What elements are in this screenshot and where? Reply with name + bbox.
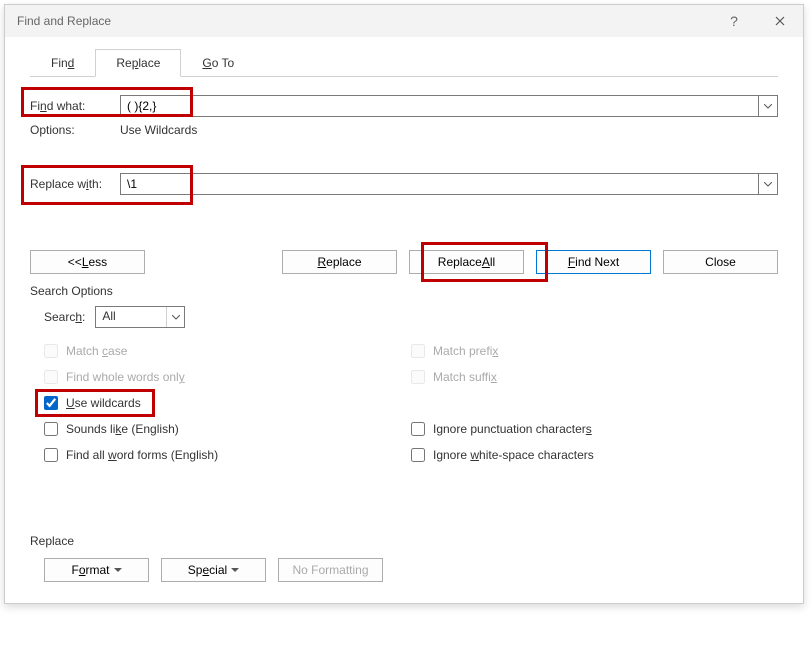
match-case-input [44,344,58,358]
find-what-combo [120,95,778,117]
sounds-like-input[interactable] [44,422,58,436]
match-prefix-label: Match prefix [433,344,498,358]
replace-with-dropdown[interactable] [758,173,778,195]
tab-find[interactable]: Find [30,49,95,77]
ignore-punct-input[interactable] [411,422,425,436]
replace-with-combo [120,173,778,195]
find-what-input[interactable] [120,95,758,117]
replace-with-label: Replace with: [30,177,120,191]
special-button[interactable]: Special [161,558,266,582]
find-what-dropdown[interactable] [758,95,778,117]
button-row: << Less Replace Replace All Find Next Cl… [30,250,778,274]
bottom-section: Replace Format Special No Formatting [5,534,803,596]
all-word-forms-check[interactable]: Find all word forms (English) [44,442,411,468]
all-word-forms-input[interactable] [44,448,58,462]
replace-with-row: Replace with: [30,173,778,195]
match-suffix-label: Match suffix [433,370,497,384]
close-icon [775,16,785,26]
replace-button[interactable]: Replace [282,250,397,274]
match-prefix-input [411,344,425,358]
search-direction-label: Search: [44,310,85,324]
ignore-ws-input[interactable] [411,448,425,462]
tab-goto[interactable]: Go To [181,49,255,77]
use-wildcards-check[interactable]: Use wildcards [44,390,411,416]
whole-words-input [44,370,58,384]
ignore-punct-check[interactable]: Ignore punctuation characters [411,416,778,442]
checkboxes-right: Match prefix Match suffix Ignore punctua… [411,338,778,468]
search-direction-row: Search: All [30,306,778,328]
whole-words-check: Find whole words only [44,364,411,390]
checkboxes-area: Match case Find whole words only Use wil… [30,338,778,468]
search-direction-select[interactable]: All [95,306,185,328]
replace-with-input[interactable] [120,173,758,195]
search-direction-value: All [96,307,166,327]
match-case-label: Match case [66,344,127,358]
options-row: Options: Use Wildcards [30,123,778,137]
ignore-punct-label: Ignore punctuation characters [433,422,592,436]
dialog-title: Find and Replace [17,14,711,28]
no-formatting-button: No Formatting [278,558,383,582]
tab-strip: Find Replace Go To [5,37,803,77]
chevron-down-icon [764,182,772,187]
use-wildcards-input[interactable] [44,396,58,410]
options-value: Use Wildcards [120,123,197,137]
all-word-forms-label: Find all word forms (English) [66,448,218,462]
close-button[interactable] [757,5,803,37]
find-what-label: Find what: [30,99,120,113]
close-dialog-button[interactable]: Close [663,250,778,274]
checkboxes-left: Match case Find whole words only Use wil… [30,338,411,468]
caret-down-icon [114,568,122,572]
find-what-row: Find what: [30,95,778,117]
whole-words-label: Find whole words only [66,370,185,384]
match-case-check: Match case [44,338,411,364]
ignore-ws-check[interactable]: Ignore white-space characters [411,442,778,468]
less-button[interactable]: << Less [30,250,145,274]
caret-down-icon [231,568,239,572]
format-button[interactable]: Format [44,558,149,582]
chevron-down-icon [172,315,180,320]
match-suffix-input [411,370,425,384]
sounds-like-check[interactable]: Sounds like (English) [44,416,411,442]
search-options-label: Search Options [30,284,778,298]
match-suffix-check: Match suffix [411,364,778,390]
use-wildcards-label: Use wildcards [66,396,141,410]
bottom-legend: Replace [30,534,778,548]
help-button[interactable]: ? [711,5,757,37]
bottom-buttons: Format Special No Formatting [30,558,778,582]
chevron-down-icon [764,104,772,109]
tab-replace[interactable]: Replace [95,49,181,77]
match-prefix-check: Match prefix [411,338,778,364]
ignore-ws-label: Ignore white-space characters [433,448,594,462]
find-next-button[interactable]: Find Next [536,250,651,274]
sounds-like-label: Sounds like (English) [66,422,179,436]
content-area: Find what: Options: Use Wildcards Replac… [5,77,803,482]
search-direction-dropdown[interactable] [166,307,184,327]
title-bar: Find and Replace ? [5,5,803,37]
options-label: Options: [30,123,120,137]
find-replace-dialog: Find and Replace ? Find Replace Go To Fi… [4,4,804,604]
replace-all-button[interactable]: Replace All [409,250,524,274]
